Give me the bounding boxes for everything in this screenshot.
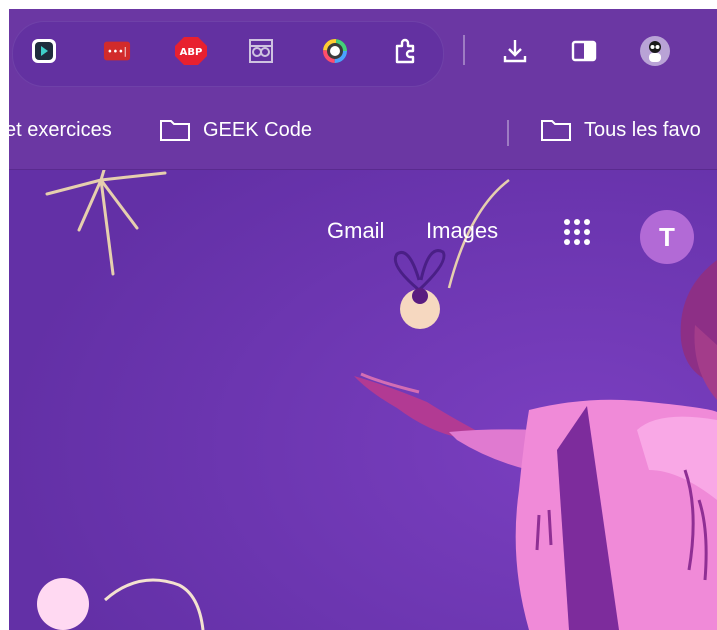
google-apps-button[interactable]	[557, 212, 597, 252]
images-link[interactable]: Images	[426, 218, 498, 244]
all-bookmarks-folder[interactable]: Tous les favo	[540, 114, 701, 146]
puzzle-extensions-icon[interactable]	[391, 37, 419, 65]
all-bookmarks-label: Tous les favo	[584, 118, 701, 141]
google-new-tab-page: Gmail Images T	[9, 170, 717, 630]
reader-glasses-extension-icon[interactable]	[247, 37, 275, 65]
color-ring-extension-icon[interactable]	[321, 37, 349, 65]
svg-text:ABP: ABP	[180, 47, 203, 58]
folder-icon	[541, 120, 571, 141]
bookmark-et-exercices[interactable]: et exercices	[9, 114, 112, 146]
bookmark-folder-geek-code[interactable]: GEEK Code	[159, 114, 312, 146]
toolbar-separator	[463, 35, 465, 65]
browser-viewport: •••| ABP et exercices GEEK Code Tous les…	[9, 9, 717, 630]
apps-grid-icon	[564, 219, 590, 245]
extensions-pill	[12, 21, 444, 87]
avatar-letter: T	[659, 221, 675, 252]
bookmarks-bar: et exercices GEEK Code Tous les favo	[9, 92, 717, 170]
bookmark-label: et exercices	[9, 118, 112, 141]
adblock-plus-extension-icon[interactable]: ABP	[174, 37, 208, 65]
side-panel-icon[interactable]	[570, 37, 598, 65]
folder-icon	[160, 120, 190, 141]
google-account-avatar[interactable]: T	[640, 210, 694, 264]
bookmark-label: GEEK Code	[203, 118, 312, 141]
profile-avatar-icon[interactable]	[639, 35, 671, 67]
gmail-link[interactable]: Gmail	[327, 218, 384, 244]
browser-toolbar: •••| ABP	[9, 9, 717, 92]
password-manager-extension-icon[interactable]: •••|	[103, 37, 131, 65]
download-icon[interactable]	[501, 37, 529, 65]
bookmarks-separator	[507, 120, 509, 146]
svg-text:•••|: •••|	[107, 47, 127, 58]
readlang-extension-icon[interactable]	[30, 37, 58, 65]
